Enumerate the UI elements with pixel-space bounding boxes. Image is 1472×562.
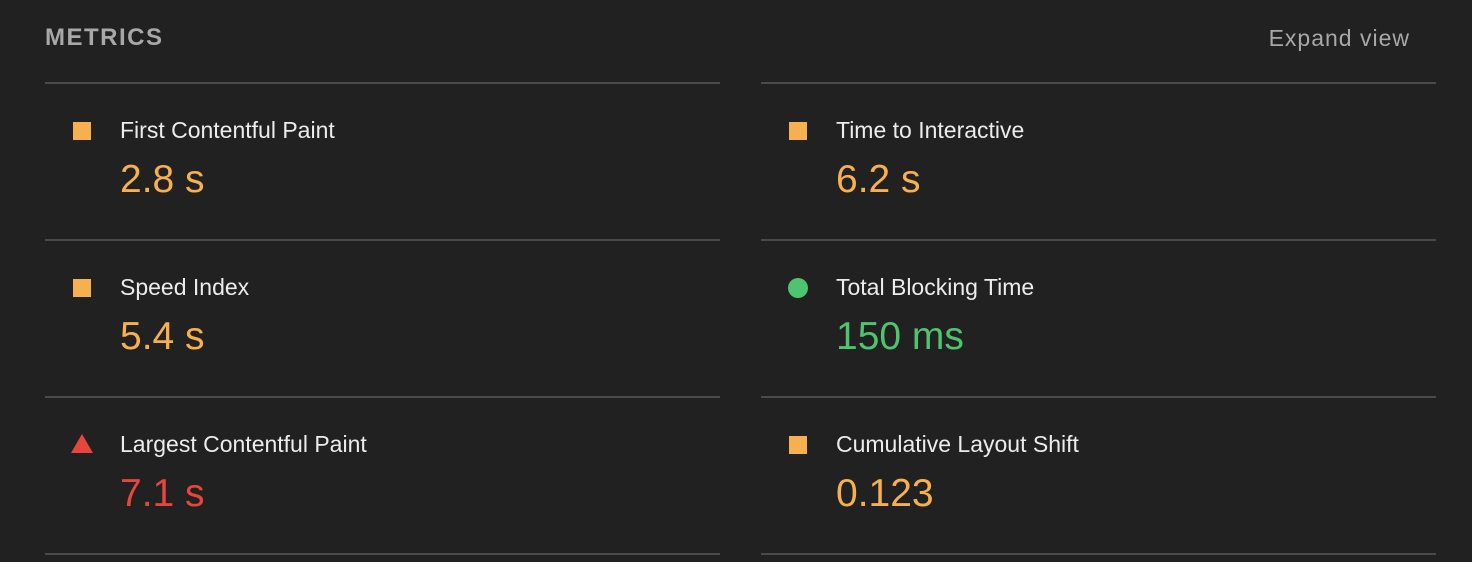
metrics-column-left: First Contentful Paint 2.8 s Speed Index… (45, 82, 720, 555)
section-title: METRICS (45, 24, 164, 51)
metrics-panel: METRICS Expand view First Contentful Pai… (0, 0, 1472, 562)
orange-square-icon (789, 436, 807, 454)
orange-square-icon (73, 122, 91, 140)
metric-cumulative-layout-shift: Cumulative Layout Shift 0.123 (761, 396, 1436, 555)
metric-label: First Contentful Paint (120, 117, 335, 143)
orange-square-icon (789, 122, 807, 140)
metric-label: Speed Index (120, 274, 250, 300)
metric-time-to-interactive: Time to Interactive 6.2 s (761, 82, 1436, 239)
orange-square-icon (73, 279, 91, 297)
metric-value: 150 ms (836, 315, 964, 358)
metric-label: Total Blocking Time (836, 274, 1035, 300)
metric-first-contentful-paint: First Contentful Paint 2.8 s (45, 82, 720, 239)
metric-largest-contentful-paint: Largest Contentful Paint 7.1 s (45, 396, 720, 555)
metric-value: 2.8 s (120, 158, 205, 201)
metric-speed-index: Speed Index 5.4 s (45, 239, 720, 396)
metrics-column-right: Time to Interactive 6.2 s Total Blocking… (761, 82, 1436, 555)
metric-value: 7.1 s (120, 472, 205, 515)
metric-value: 6.2 s (836, 158, 921, 201)
metric-total-blocking-time: Total Blocking Time 150 ms (761, 239, 1436, 396)
metric-label: Largest Contentful Paint (120, 431, 367, 457)
metric-value: 0.123 (836, 472, 934, 515)
metric-label: Time to Interactive (836, 117, 1025, 143)
metric-value: 5.4 s (120, 315, 205, 358)
red-triangle-icon (71, 434, 93, 453)
metric-label: Cumulative Layout Shift (836, 431, 1079, 457)
expand-view-button[interactable]: Expand view (1269, 25, 1410, 52)
green-circle-icon (788, 278, 808, 298)
